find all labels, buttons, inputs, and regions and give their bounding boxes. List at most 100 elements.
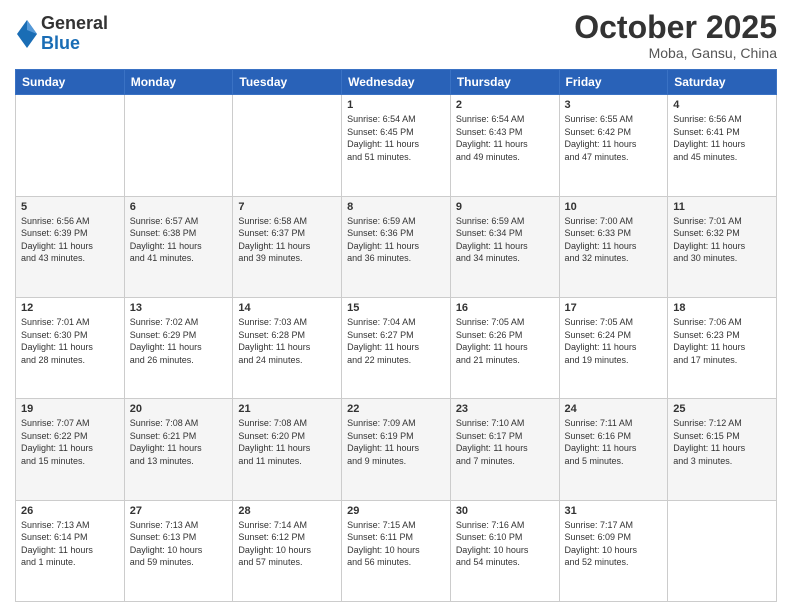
day-number: 5	[21, 201, 119, 213]
day-info: Sunrise: 7:05 AM Sunset: 6:24 PM Dayligh…	[565, 316, 663, 366]
day-number: 19	[21, 403, 119, 415]
day-number: 17	[565, 302, 663, 314]
day-info: Sunrise: 6:59 AM Sunset: 6:34 PM Dayligh…	[456, 215, 554, 265]
day-number: 4	[673, 99, 771, 111]
day-info: Sunrise: 7:13 AM Sunset: 6:13 PM Dayligh…	[130, 519, 228, 569]
weekday-header-thursday: Thursday	[450, 70, 559, 95]
calendar-cell: 18 Sunrise: 7:06 AM Sunset: 6:23 PM Dayli…	[668, 297, 777, 398]
calendar-cell: 30 Sunrise: 7:16 AM Sunset: 6:10 PM Dayli…	[450, 500, 559, 601]
week-row-4: 19Sunrise: 7:07 AM Sunset: 6:22 PM Dayli…	[16, 399, 777, 500]
week-row-3: 12 Sunrise: 7:01 AM Sunset: 6:30 PM Dayli…	[16, 297, 777, 398]
calendar-cell: 16Sunrise: 7:05 AM Sunset: 6:26 PM Dayli…	[450, 297, 559, 398]
calendar-table: SundayMondayTuesdayWednesdayThursdayFrid…	[15, 69, 777, 602]
day-number: 3	[565, 99, 663, 111]
day-info: Sunrise: 7:01 AM Sunset: 6:32 PM Dayligh…	[673, 215, 771, 265]
day-number: 2	[456, 99, 554, 111]
day-number: 11	[673, 201, 771, 213]
day-info: Sunrise: 6:57 AM Sunset: 6:38 PM Dayligh…	[130, 215, 228, 265]
logo: General Blue	[15, 14, 108, 54]
day-info: Sunrise: 7:15 AM Sunset: 6:11 PM Dayligh…	[347, 519, 445, 569]
title-block: October 2025 Moba, Gansu, China	[574, 10, 777, 61]
day-info: Sunrise: 7:01 AM Sunset: 6:30 PM Dayligh…	[21, 316, 119, 366]
day-info: Sunrise: 6:55 AM Sunset: 6:42 PM Dayligh…	[565, 113, 663, 163]
calendar-cell: 6 Sunrise: 6:57 AM Sunset: 6:38 PM Daylig…	[124, 196, 233, 297]
day-info: Sunrise: 7:13 AM Sunset: 6:14 PM Dayligh…	[21, 519, 119, 569]
day-number: 21	[238, 403, 336, 415]
day-info: Sunrise: 7:14 AM Sunset: 6:12 PM Dayligh…	[238, 519, 336, 569]
day-number: 16	[456, 302, 554, 314]
day-number: 31	[565, 505, 663, 517]
day-info: Sunrise: 6:58 AM Sunset: 6:37 PM Dayligh…	[238, 215, 336, 265]
day-number: 24	[565, 403, 663, 415]
calendar-cell: 28Sunrise: 7:14 AM Sunset: 6:12 PM Dayli…	[233, 500, 342, 601]
logo-text: General Blue	[41, 14, 108, 54]
day-number: 29	[347, 505, 445, 517]
calendar-cell: 24 Sunrise: 7:11 AM Sunset: 6:16 PM Dayli…	[559, 399, 668, 500]
day-number: 25	[673, 403, 771, 415]
weekday-header-friday: Friday	[559, 70, 668, 95]
day-number: 1	[347, 99, 445, 111]
day-number: 18	[673, 302, 771, 314]
weekday-header-monday: Monday	[124, 70, 233, 95]
calendar-cell	[668, 500, 777, 601]
week-row-1: 1 Sunrise: 6:54 AM Sunset: 6:45 PM Daylig…	[16, 95, 777, 196]
day-number: 12	[21, 302, 119, 314]
calendar-cell: 13 Sunrise: 7:02 AM Sunset: 6:29 PM Dayli…	[124, 297, 233, 398]
day-info: Sunrise: 7:04 AM Sunset: 6:27 PM Dayligh…	[347, 316, 445, 366]
calendar-cell: 4 Sunrise: 6:56 AM Sunset: 6:41 PM Daylig…	[668, 95, 777, 196]
day-info: Sunrise: 7:12 AM Sunset: 6:15 PM Dayligh…	[673, 417, 771, 467]
calendar-cell: 1 Sunrise: 6:54 AM Sunset: 6:45 PM Daylig…	[342, 95, 451, 196]
calendar-cell: 19Sunrise: 7:07 AM Sunset: 6:22 PM Dayli…	[16, 399, 125, 500]
week-row-5: 26 Sunrise: 7:13 AM Sunset: 6:14 PM Dayli…	[16, 500, 777, 601]
day-number: 8	[347, 201, 445, 213]
calendar-cell: 7 Sunrise: 6:58 AM Sunset: 6:37 PM Daylig…	[233, 196, 342, 297]
calendar-cell	[16, 95, 125, 196]
page-container: General Blue October 2025 Moba, Gansu, C…	[0, 0, 792, 612]
calendar-title: October 2025	[574, 10, 777, 45]
weekday-header-sunday: Sunday	[16, 70, 125, 95]
day-number: 26	[21, 505, 119, 517]
weekday-header-saturday: Saturday	[668, 70, 777, 95]
page-header: General Blue October 2025 Moba, Gansu, C…	[15, 10, 777, 61]
day-info: Sunrise: 7:00 AM Sunset: 6:33 PM Dayligh…	[565, 215, 663, 265]
calendar-cell	[124, 95, 233, 196]
calendar-cell: 21 Sunrise: 7:08 AM Sunset: 6:20 PM Dayli…	[233, 399, 342, 500]
day-number: 13	[130, 302, 228, 314]
day-info: Sunrise: 7:08 AM Sunset: 6:21 PM Dayligh…	[130, 417, 228, 467]
day-info: Sunrise: 7:08 AM Sunset: 6:20 PM Dayligh…	[238, 417, 336, 467]
day-number: 14	[238, 302, 336, 314]
day-number: 6	[130, 201, 228, 213]
calendar-cell: 10Sunrise: 7:00 AM Sunset: 6:33 PM Dayli…	[559, 196, 668, 297]
day-info: Sunrise: 7:16 AM Sunset: 6:10 PM Dayligh…	[456, 519, 554, 569]
calendar-cell: 2 Sunrise: 6:54 AM Sunset: 6:43 PM Daylig…	[450, 95, 559, 196]
day-info: Sunrise: 6:56 AM Sunset: 6:41 PM Dayligh…	[673, 113, 771, 163]
day-number: 27	[130, 505, 228, 517]
week-row-2: 5 Sunrise: 6:56 AM Sunset: 6:39 PM Daylig…	[16, 196, 777, 297]
calendar-cell: 8 Sunrise: 6:59 AM Sunset: 6:36 PM Daylig…	[342, 196, 451, 297]
calendar-cell: 27 Sunrise: 7:13 AM Sunset: 6:13 PM Dayli…	[124, 500, 233, 601]
day-info: Sunrise: 6:54 AM Sunset: 6:45 PM Dayligh…	[347, 113, 445, 163]
calendar-cell: 31 Sunrise: 7:17 AM Sunset: 6:09 PM Dayli…	[559, 500, 668, 601]
calendar-cell: 12 Sunrise: 7:01 AM Sunset: 6:30 PM Dayli…	[16, 297, 125, 398]
day-info: Sunrise: 7:06 AM Sunset: 6:23 PM Dayligh…	[673, 316, 771, 366]
day-info: Sunrise: 7:02 AM Sunset: 6:29 PM Dayligh…	[130, 316, 228, 366]
calendar-cell: 9 Sunrise: 6:59 AM Sunset: 6:34 PM Daylig…	[450, 196, 559, 297]
day-number: 7	[238, 201, 336, 213]
calendar-cell: 5 Sunrise: 6:56 AM Sunset: 6:39 PM Daylig…	[16, 196, 125, 297]
day-info: Sunrise: 7:17 AM Sunset: 6:09 PM Dayligh…	[565, 519, 663, 569]
logo-general: General	[41, 14, 108, 34]
day-info: Sunrise: 6:54 AM Sunset: 6:43 PM Dayligh…	[456, 113, 554, 163]
calendar-cell: 29 Sunrise: 7:15 AM Sunset: 6:11 PM Dayli…	[342, 500, 451, 601]
day-number: 15	[347, 302, 445, 314]
day-info: Sunrise: 7:10 AM Sunset: 6:17 PM Dayligh…	[456, 417, 554, 467]
day-number: 22	[347, 403, 445, 415]
day-info: Sunrise: 6:59 AM Sunset: 6:36 PM Dayligh…	[347, 215, 445, 265]
day-info: Sunrise: 7:11 AM Sunset: 6:16 PM Dayligh…	[565, 417, 663, 467]
calendar-cell: 14Sunrise: 7:03 AM Sunset: 6:28 PM Dayli…	[233, 297, 342, 398]
day-number: 30	[456, 505, 554, 517]
calendar-subtitle: Moba, Gansu, China	[574, 45, 777, 61]
day-number: 9	[456, 201, 554, 213]
logo-icon	[17, 20, 37, 48]
day-info: Sunrise: 7:09 AM Sunset: 6:19 PM Dayligh…	[347, 417, 445, 467]
day-info: Sunrise: 6:56 AM Sunset: 6:39 PM Dayligh…	[21, 215, 119, 265]
